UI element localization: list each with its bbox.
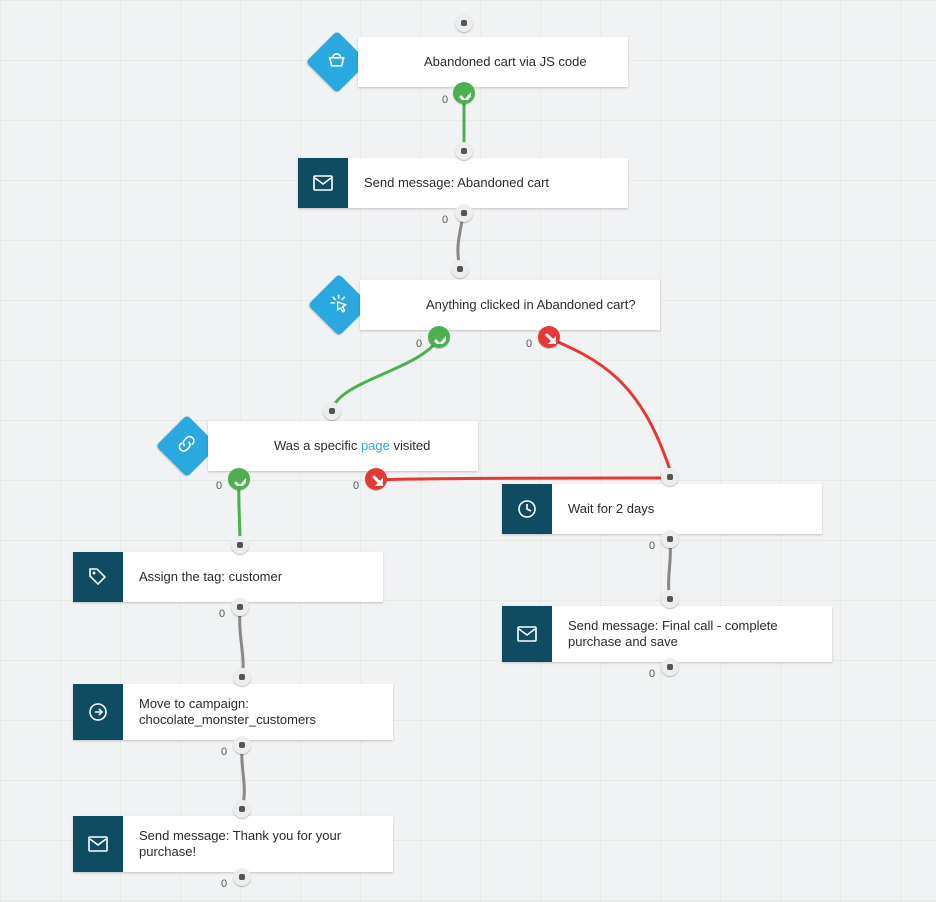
n8-out-count: 0	[649, 540, 655, 552]
click-icon	[328, 292, 350, 314]
n5-out-port[interactable]	[231, 598, 249, 616]
n5-label: Assign the tag: customer	[123, 569, 298, 585]
n6-out-count: 0	[221, 746, 227, 758]
n3-in-port[interactable]	[451, 260, 469, 278]
n3-no-badge[interactable]	[538, 326, 560, 348]
flow-node-thank-you-message[interactable]: Send message: Thank you for your purchas…	[73, 816, 393, 872]
n4-label-prefix: Was a specific	[274, 438, 361, 453]
n3-yes-count: 0	[416, 338, 422, 350]
arrow-circle-icon	[87, 701, 109, 723]
flow-node-anything-clicked[interactable]: Anything clicked in Abandoned cart?	[360, 280, 660, 330]
x-icon	[369, 472, 383, 486]
n9-in-port[interactable]	[661, 590, 679, 608]
n3-label: Anything clicked in Abandoned cart?	[410, 297, 652, 313]
n4-no-badge[interactable]	[365, 468, 387, 490]
n4-label: Was a specific page visited	[258, 438, 446, 454]
n7-out-port[interactable]	[233, 868, 251, 886]
clock-icon	[516, 498, 538, 520]
n7-out-count: 0	[221, 878, 227, 890]
n5-in-port[interactable]	[231, 536, 249, 554]
link-icon	[176, 433, 198, 455]
n7-label: Send message: Thank you for your purchas…	[123, 828, 393, 861]
n8-out-port[interactable]	[661, 530, 679, 548]
check-icon	[432, 330, 446, 344]
n6-in-port[interactable]	[233, 668, 251, 686]
n1-in-port[interactable]	[455, 14, 473, 32]
tag-icon	[87, 566, 109, 588]
n4-label-link[interactable]: page	[361, 438, 390, 453]
n9-out-port[interactable]	[661, 658, 679, 676]
n2-out-port[interactable]	[455, 204, 473, 222]
n7-in-port[interactable]	[233, 800, 251, 818]
n8-label: Wait for 2 days	[552, 501, 670, 517]
flow-node-page-visited[interactable]: Was a specific page visited	[208, 421, 478, 471]
n6-label: Move to campaign: chocolate_monster_cust…	[123, 696, 393, 729]
basket-icon	[326, 49, 348, 71]
flow-node-send-abandoned-cart[interactable]: Send message: Abandoned cart	[298, 158, 628, 208]
x-icon	[542, 330, 556, 344]
n2-label: Send message: Abandoned cart	[348, 175, 565, 191]
n9-label: Send message: Final call - complete purc…	[552, 618, 832, 651]
check-icon	[232, 472, 246, 486]
n4-yes-badge[interactable]	[228, 468, 250, 490]
n4-yes-count: 0	[216, 480, 222, 492]
n2-in-port[interactable]	[455, 142, 473, 160]
n1-label: Abandoned cart via JS code	[408, 54, 603, 70]
n3-yes-badge[interactable]	[428, 326, 450, 348]
n9-out-count: 0	[649, 668, 655, 680]
envelope-icon	[87, 833, 109, 855]
n8-in-port[interactable]	[661, 468, 679, 486]
n1-yes-badge[interactable]	[453, 82, 475, 104]
flow-node-wait-2-days[interactable]: Wait for 2 days	[502, 484, 822, 534]
n4-label-suffix: visited	[390, 438, 430, 453]
flow-node-abandoned-cart-trigger[interactable]: Abandoned cart via JS code	[358, 37, 628, 87]
n4-no-count: 0	[353, 480, 359, 492]
envelope-icon	[312, 172, 334, 194]
n2-out-count: 0	[442, 214, 448, 226]
check-icon	[457, 86, 471, 100]
flow-node-move-campaign[interactable]: Move to campaign: chocolate_monster_cust…	[73, 684, 393, 740]
n6-out-port[interactable]	[233, 736, 251, 754]
n4-in-port[interactable]	[323, 402, 341, 420]
n3-no-count: 0	[526, 338, 532, 350]
n1-yes-count: 0	[442, 94, 448, 106]
flow-node-final-call-message[interactable]: Send message: Final call - complete purc…	[502, 606, 832, 662]
flow-node-assign-tag[interactable]: Assign the tag: customer	[73, 552, 383, 602]
envelope-icon	[516, 623, 538, 645]
n5-out-count: 0	[219, 608, 225, 620]
